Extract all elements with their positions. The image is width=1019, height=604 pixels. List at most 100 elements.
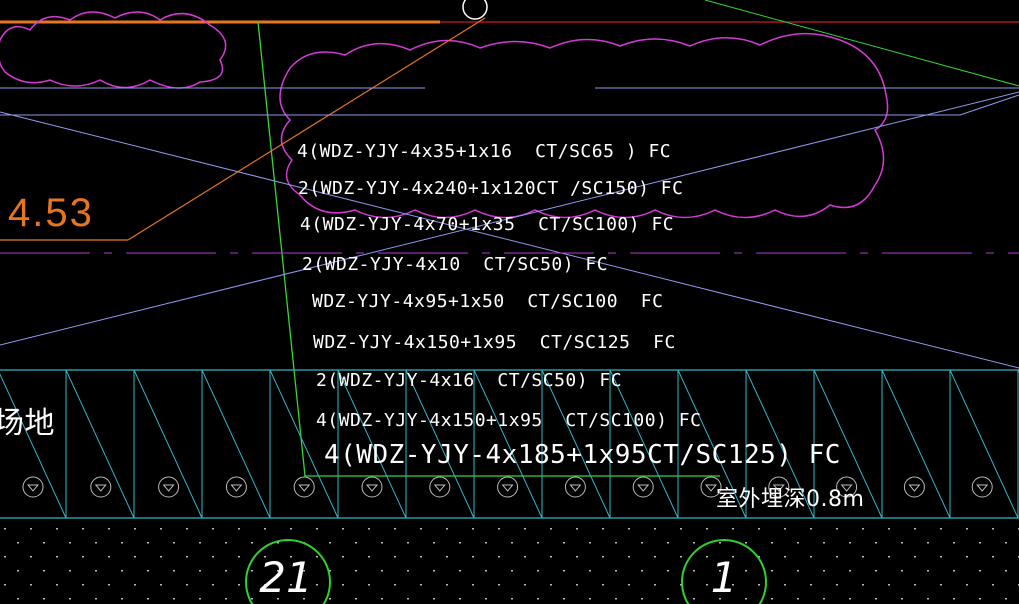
lamp-symbol-icon[interactable] bbox=[361, 476, 383, 498]
ground-dot bbox=[875, 570, 877, 572]
ground-dot bbox=[836, 556, 838, 558]
trench-hatch-line bbox=[133, 369, 203, 519]
ground-dot bbox=[342, 556, 344, 558]
burial-depth-label[interactable]: 室外埋深0.8m bbox=[716, 481, 864, 513]
cad-drawing-canvas[interactable]: 4.53 场地 4(WDZ-YJY-4x35+1x16 CT/SC65 ) FC… bbox=[0, 0, 1019, 604]
ground-dot bbox=[589, 598, 591, 600]
ground-dot bbox=[823, 598, 825, 600]
ground-dot bbox=[797, 542, 799, 544]
lamp-symbol-icon[interactable] bbox=[564, 476, 586, 498]
ground-dot bbox=[238, 556, 240, 558]
ground-dot bbox=[979, 598, 981, 600]
ground-dot bbox=[927, 542, 929, 544]
ground-dot bbox=[680, 556, 682, 558]
ground-dot bbox=[680, 528, 682, 530]
cable-label-3[interactable]: 4(WDZ-YJY-4x70+1x35 CT/SC100) FC bbox=[300, 214, 674, 235]
lamp-symbol-icon[interactable] bbox=[293, 476, 315, 498]
ground-dot bbox=[238, 528, 240, 530]
lamp-symbol-icon[interactable] bbox=[429, 476, 451, 498]
ground-dot bbox=[433, 542, 435, 544]
ground-dot bbox=[485, 598, 487, 600]
ground-dot bbox=[459, 570, 461, 572]
ground-dot bbox=[667, 570, 669, 572]
ground-dot bbox=[407, 542, 409, 544]
lamp-symbol-mark bbox=[162, 484, 175, 492]
ground-dot bbox=[927, 598, 929, 600]
ground-dot bbox=[407, 570, 409, 572]
ground-dot bbox=[966, 528, 968, 530]
ground-dot bbox=[420, 556, 422, 558]
ground-dot bbox=[173, 570, 175, 572]
lamp-symbol-mark bbox=[637, 484, 650, 492]
trench-hatch-line bbox=[0, 373, 67, 519]
lamp-symbol-mark bbox=[501, 484, 514, 492]
ground-dot bbox=[160, 556, 162, 558]
ground-dot bbox=[615, 570, 617, 572]
axis-label-21[interactable]: 21 bbox=[246, 553, 326, 602]
ground-dot bbox=[563, 542, 565, 544]
ground-dot bbox=[186, 528, 188, 530]
ground-dot bbox=[914, 584, 916, 586]
cable-label-4[interactable]: 2(WDZ-YJY-4x10 CT/SC50) FC bbox=[302, 254, 608, 275]
ground-dot bbox=[394, 556, 396, 558]
lamp-symbol-icon[interactable] bbox=[632, 476, 654, 498]
ground-dot bbox=[537, 542, 539, 544]
site-label-partial[interactable]: 场地 bbox=[0, 398, 55, 442]
cable-label-1[interactable]: 4(WDZ-YJY-4x35+1x16 CT/SC65 ) FC bbox=[297, 141, 671, 162]
ground-dot bbox=[121, 598, 123, 600]
ground-dot bbox=[706, 528, 708, 530]
ground-dot bbox=[992, 584, 994, 586]
lamp-symbol-icon[interactable] bbox=[903, 476, 925, 498]
ground-dot bbox=[56, 584, 58, 586]
elevation-label[interactable]: 4.53 bbox=[8, 191, 94, 236]
lamp-symbol-icon[interactable] bbox=[971, 476, 993, 498]
ground-dot bbox=[576, 528, 578, 530]
ground-dot bbox=[433, 598, 435, 600]
ground-dot bbox=[56, 556, 58, 558]
ground-dot bbox=[810, 528, 812, 530]
ground-dot bbox=[95, 570, 97, 572]
ground-dot bbox=[459, 542, 461, 544]
axis-label-1[interactable]: 1 bbox=[684, 553, 764, 602]
lamp-symbol-icon[interactable] bbox=[497, 476, 519, 498]
ground-dot bbox=[381, 570, 383, 572]
ground-dot bbox=[225, 598, 227, 600]
ground-dot bbox=[225, 542, 227, 544]
ground-dot bbox=[641, 598, 643, 600]
cable-label-main[interactable]: 4(WDZ-YJY-4x185+1x95CT/SC125) FC bbox=[324, 440, 841, 470]
cable-label-6[interactable]: WDZ-YJY-4x150+1x95 CT/SC125 FC bbox=[313, 332, 676, 353]
ground-dot bbox=[862, 528, 864, 530]
ground-dot bbox=[472, 528, 474, 530]
ground-dot bbox=[121, 570, 123, 572]
ground-dot bbox=[498, 528, 500, 530]
trench-hatch-line bbox=[65, 369, 135, 519]
lamp-symbol-icon[interactable] bbox=[90, 476, 112, 498]
cable-label-7[interactable]: 2(WDZ-YJY-4x16 CT/SC50) FC bbox=[316, 370, 622, 391]
lamp-symbol-icon[interactable] bbox=[22, 476, 44, 498]
ground-dot bbox=[394, 584, 396, 586]
ground-dot bbox=[953, 598, 955, 600]
lamp-symbol-icon[interactable] bbox=[158, 476, 180, 498]
cable-label-8[interactable]: 4(WDZ-YJY-4x150+1x95 CT/SC100) FC bbox=[316, 410, 701, 431]
ground-dot bbox=[888, 528, 890, 530]
ground-dot bbox=[1005, 598, 1007, 600]
ground-dot bbox=[446, 584, 448, 586]
ground-dot bbox=[888, 584, 890, 586]
orange-leader-diag bbox=[127, 17, 486, 241]
ground-dot bbox=[771, 598, 773, 600]
diag-green-line bbox=[704, 0, 1019, 87]
ground-dot bbox=[940, 584, 942, 586]
ground-dot bbox=[849, 542, 851, 544]
ground-dot bbox=[186, 584, 188, 586]
ground-dot bbox=[784, 584, 786, 586]
ground-dot bbox=[43, 542, 45, 544]
cable-label-2[interactable]: 2(WDZ-YJY-4x240+1x120CT /SC150) FC bbox=[298, 178, 683, 199]
ground-dot bbox=[329, 598, 331, 600]
ground-dot bbox=[667, 542, 669, 544]
lamp-symbol-icon[interactable] bbox=[225, 476, 247, 498]
cable-label-5[interactable]: WDZ-YJY-4x95+1x50 CT/SC100 FC bbox=[312, 291, 663, 312]
ground-dot bbox=[82, 528, 84, 530]
ground-dot bbox=[199, 542, 201, 544]
ground-dot bbox=[654, 528, 656, 530]
ground-dot bbox=[95, 542, 97, 544]
